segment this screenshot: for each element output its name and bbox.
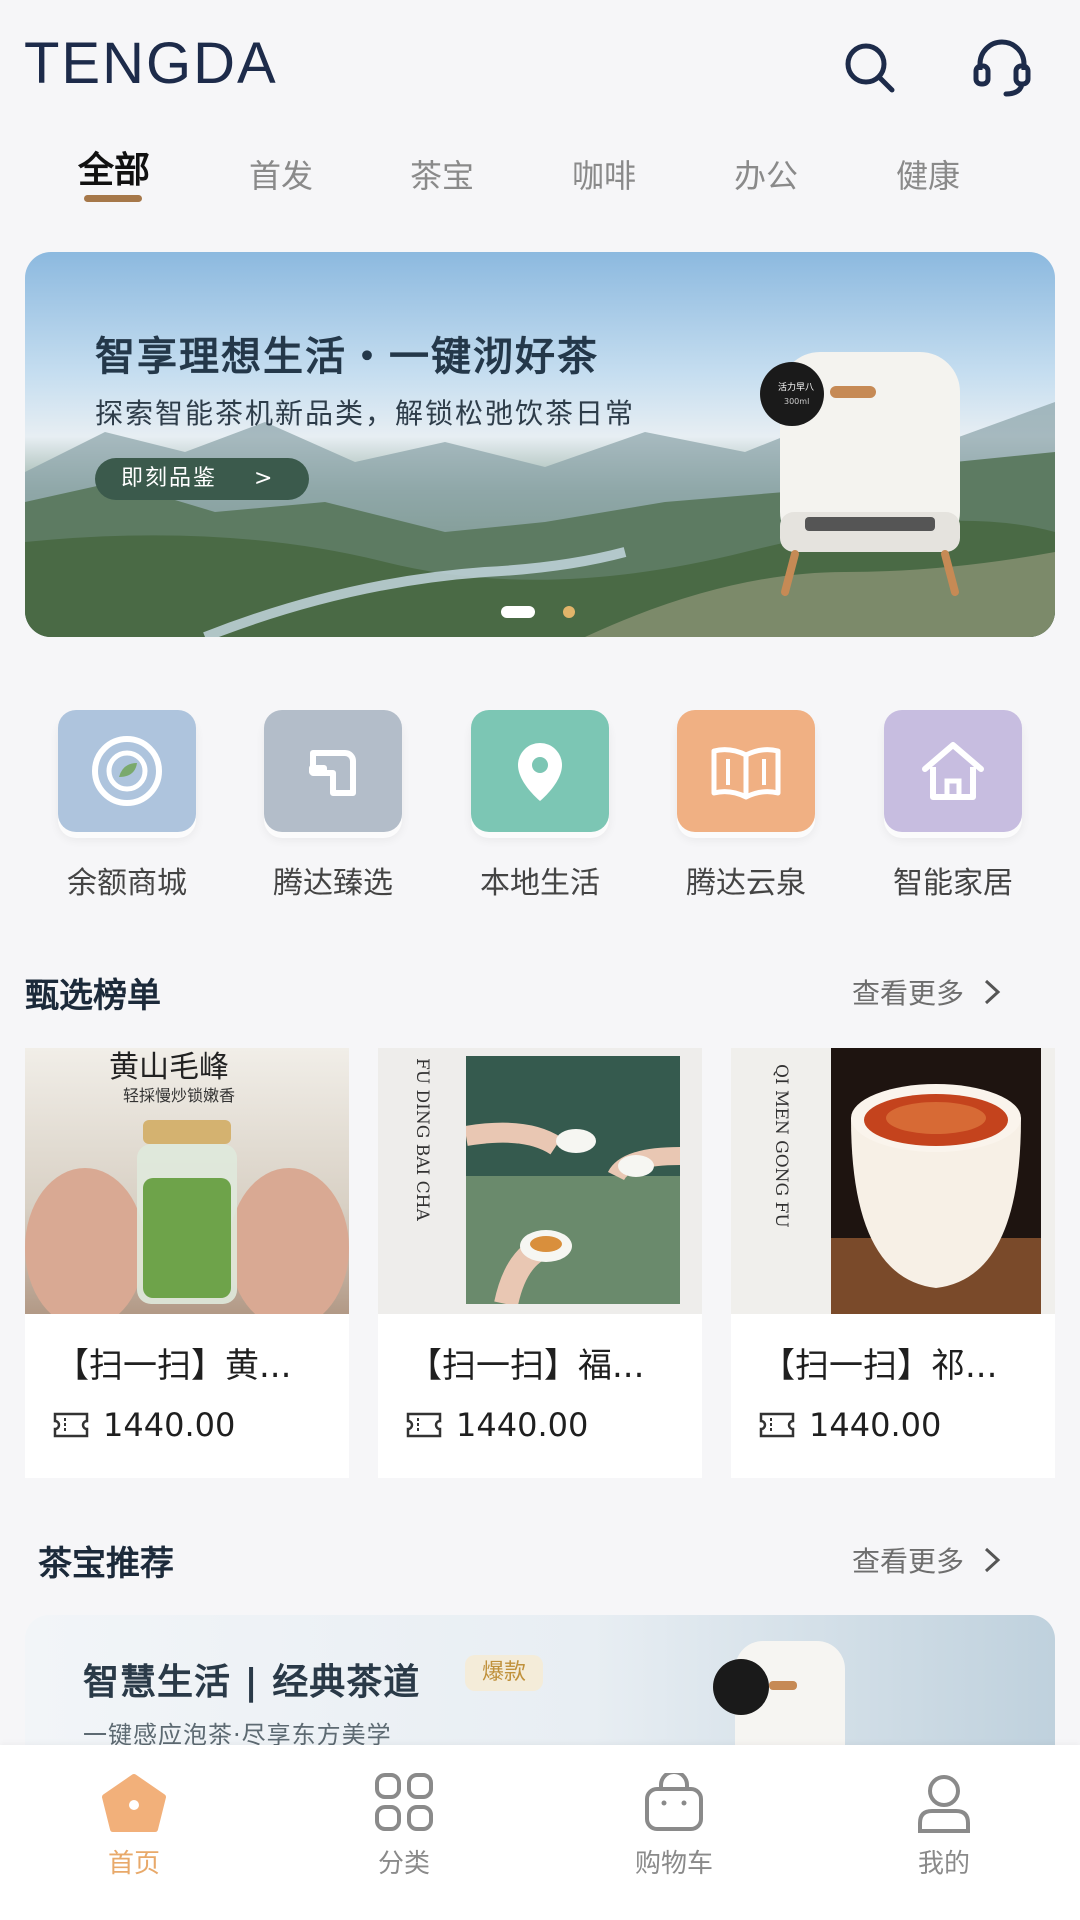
recommend-section-title: 茶宝推荐 [38, 1544, 174, 1584]
product-card[interactable]: FU DING BAI CHA 【扫一扫】福... 1440.00 [378, 1048, 702, 1478]
chevron-right-icon: > [254, 466, 275, 491]
nav-category[interactable]: 分类 [334, 1773, 474, 1880]
tab-coffee[interactable]: 咖啡 [544, 151, 664, 197]
nav-label: 分类 [377, 1849, 430, 1879]
hero-banner[interactable]: 活力早八 300ml 智享理想生活・一键沏好茶 探索智能茶机新品类，解锁松弛饮茶… [25, 252, 1055, 637]
product-image-caption: FU DING BAI CHA [412, 1058, 432, 1221]
price-value: 1440.00 [456, 1406, 589, 1444]
shortcut-balance-mall[interactable]: 余额商城 [52, 710, 202, 902]
shortcut-label: 本地生活 [480, 866, 600, 901]
tab-all[interactable]: 全部 [54, 141, 174, 193]
product-image: QI MEN GONG FU [731, 1048, 1055, 1314]
ranking-product-list: 黄山毛峰 轻採慢炒锁嫩香 【扫一扫】黄... 1440.00 FU DING B… [25, 1048, 1055, 1478]
ticket-icon [406, 1412, 442, 1438]
product-title: 【扫一扫】福... [408, 1346, 645, 1386]
product-card[interactable]: QI MEN GONG FU 【扫一扫】祁... 1440.00 [731, 1048, 1055, 1478]
nav-label: 我的 [917, 1849, 970, 1879]
app-header: TENGDA [0, 0, 1080, 130]
location-pin-icon [471, 710, 609, 832]
nav-label: 首页 [107, 1849, 160, 1879]
home-icon [884, 710, 1022, 832]
shortcut-tengda-cloud-spring[interactable]: 腾达云泉 [671, 710, 821, 902]
product-price: 1440.00 [53, 1406, 235, 1444]
active-tab-indicator [84, 195, 142, 202]
tea-cup-icon [58, 710, 196, 832]
nav-home[interactable]: 首页 [64, 1773, 204, 1880]
chevron-right-icon [985, 979, 1001, 1005]
product-title: 【扫一扫】祁... [761, 1346, 998, 1386]
recommend-card[interactable]: 智慧生活 | 经典茶道 爆款 一键感应泡茶·尽享东方美学 [25, 1615, 1055, 1765]
svg-text:活力早八: 活力早八 [778, 381, 814, 393]
ranking-section-title: 甄选榜单 [25, 976, 161, 1016]
category-tabs: 全部 首发 茶宝 咖啡 办公 健康 [0, 135, 1080, 215]
hot-badge: 爆款 [465, 1655, 543, 1691]
recommend-see-more-link[interactable]: 查看更多 [852, 1540, 1002, 1580]
shortcut-label: 腾达云泉 [686, 866, 806, 901]
shortcut-label: 智能家居 [893, 866, 1013, 901]
grid-icon [375, 1773, 433, 1831]
bottom-nav-bar: 首页 分类 购物车 我的 [0, 1745, 1080, 1920]
banner-cta-label: 即刻品鉴 [121, 466, 218, 491]
book-icon [677, 710, 815, 832]
tab-tea-treasure[interactable]: 茶宝 [382, 151, 502, 197]
carousel-dot[interactable] [563, 606, 575, 618]
product-image-caption: QI MEN GONG FU [771, 1064, 791, 1228]
banner-subtitle: 探索智能茶机新品类，解锁松弛饮茶日常 [95, 397, 636, 430]
ticket-icon [53, 1412, 89, 1438]
nav-label: 购物车 [634, 1849, 713, 1879]
nav-cart[interactable]: 购物车 [604, 1770, 744, 1880]
product-price: 1440.00 [759, 1406, 941, 1444]
shortcut-label: 余额商城 [67, 866, 187, 901]
nav-profile[interactable]: 我的 [874, 1773, 1014, 1880]
tab-health[interactable]: 健康 [868, 151, 988, 197]
see-more-label: 查看更多 [852, 1545, 965, 1578]
price-value: 1440.00 [809, 1406, 942, 1444]
tab-launch[interactable]: 首发 [221, 151, 341, 197]
user-icon [918, 1775, 970, 1833]
product-card[interactable]: 黄山毛峰 轻採慢炒锁嫩香 【扫一扫】黄... 1440.00 [25, 1048, 349, 1478]
product-image: FU DING BAI CHA [378, 1048, 702, 1314]
shortcut-smart-home[interactable]: 智能家居 [878, 710, 1028, 902]
shortcut-local-life[interactable]: 本地生活 [465, 710, 615, 902]
price-value: 1440.00 [103, 1406, 236, 1444]
tab-office[interactable]: 办公 [706, 151, 826, 197]
product-price: 1440.00 [406, 1406, 588, 1444]
carousel-dot-active[interactable] [501, 606, 535, 618]
chevron-right-icon [985, 1547, 1001, 1573]
shopping-bag-icon [645, 1770, 703, 1831]
faucet-icon [264, 710, 402, 832]
search-icon[interactable] [838, 36, 902, 100]
tea-machine-image: 活力早八 300ml [760, 352, 960, 596]
shortcut-label: 腾达臻选 [273, 866, 393, 901]
brand-logo[interactable]: TENGDA [24, 30, 278, 97]
see-more-label: 查看更多 [852, 977, 965, 1010]
shortcut-tengda-select[interactable]: 腾达臻选 [258, 710, 408, 902]
recommend-card-title: 智慧生活 | 经典茶道 [83, 1662, 421, 1703]
svg-text:300ml: 300ml [784, 397, 809, 406]
home-filled-icon [102, 1774, 166, 1832]
ranking-see-more-link[interactable]: 查看更多 [852, 972, 1002, 1012]
product-title: 【扫一扫】黄... [55, 1346, 292, 1386]
banner-cta-button[interactable]: 即刻品鉴 > [95, 458, 309, 500]
ticket-icon [759, 1412, 795, 1438]
product-image: 黄山毛峰 轻採慢炒锁嫩香 [25, 1048, 349, 1314]
customer-service-headset-icon[interactable] [970, 36, 1034, 100]
shortcut-grid: 余额商城 腾达臻选 本地生活 腾达云泉 智能家居 [0, 710, 1080, 910]
banner-title: 智享理想生活・一键沏好茶 [95, 334, 599, 380]
